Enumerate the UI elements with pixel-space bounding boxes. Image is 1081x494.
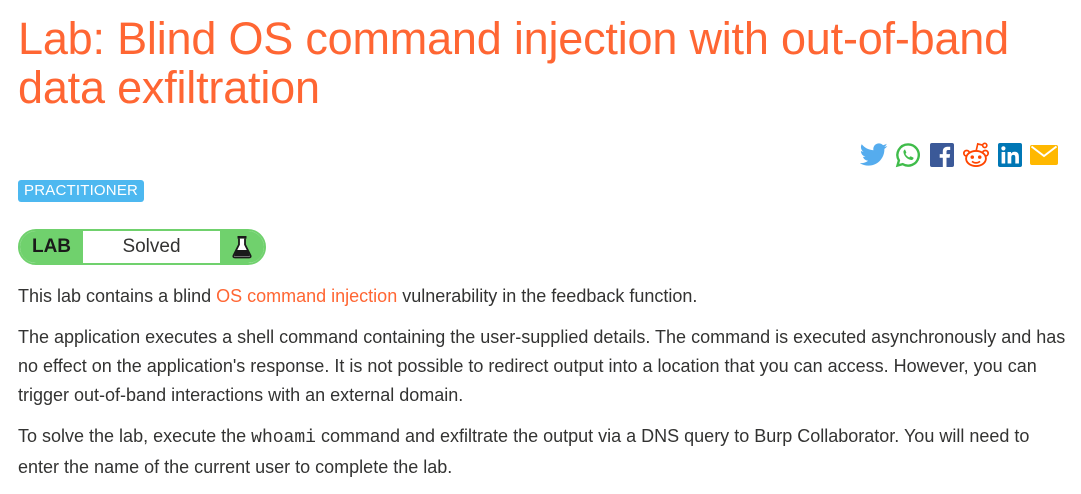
description-paragraph-2: The application executes a shell command…	[18, 327, 1066, 405]
facebook-icon[interactable]	[928, 142, 956, 168]
whoami-code: whoami	[251, 428, 316, 448]
lab-tag: LAB	[20, 231, 83, 263]
share-bar	[860, 142, 1058, 168]
flask-icon	[220, 231, 264, 263]
text: This lab contains a blind	[18, 286, 217, 306]
text: vulnerability in the feedback function.	[397, 286, 698, 306]
whatsapp-icon[interactable]	[894, 142, 922, 168]
text: To solve the lab, execute the	[18, 426, 252, 446]
description-paragraph-3: To solve the lab, execute the whoami com…	[18, 422, 1068, 482]
os-command-injection-link[interactable]: OS command injection	[216, 286, 397, 306]
lab-status-widget: LAB Solved	[18, 229, 266, 265]
twitter-icon[interactable]	[860, 142, 888, 168]
page-title: Lab: Blind OS command injection with out…	[18, 13, 1009, 113]
email-icon[interactable]	[1030, 142, 1058, 168]
difficulty-badge: PRACTITIONER	[18, 180, 145, 202]
lab-status-text: Solved	[122, 236, 181, 257]
lab-description: This lab contains a blind OS command inj…	[18, 282, 1068, 494]
reddit-icon[interactable]	[962, 142, 990, 168]
linkedin-icon[interactable]	[996, 142, 1024, 168]
description-paragraph-1: This lab contains a blind OS command inj…	[18, 282, 1068, 311]
